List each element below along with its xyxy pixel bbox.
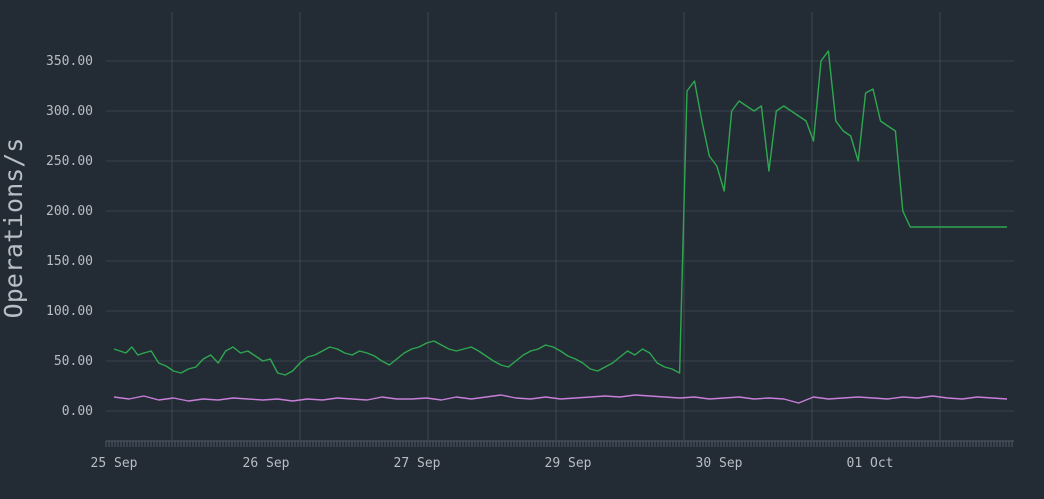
x-minor-ticks	[105, 440, 1014, 447]
series-line-2	[113, 394, 1008, 404]
y-tick-label: 50.00	[54, 354, 93, 369]
x-tick-label: 30 Sep	[696, 456, 743, 471]
y-tick-label: 0.00	[62, 404, 93, 419]
line-chart: 0.00 50.00 100.00 150.00 200.00 250.00 300.00 3…	[0, 12, 1014, 471]
y-tick-label: 300.00	[46, 104, 93, 119]
x-tick-label: 29 Sep	[545, 456, 592, 471]
y-tick-label: 250.00	[46, 154, 93, 169]
series-layer	[113, 50, 1008, 404]
chart-container: 0.00 50.00 100.00 150.00 200.00 250.00 300.00 3…	[0, 0, 1044, 499]
y-tick-label: 350.00	[46, 54, 93, 69]
y-tick-labels: 0.00 50.00 100.00 150.00 200.00 250.00 300.00 3…	[46, 54, 93, 419]
x-tick-label: 25 Sep	[91, 456, 138, 471]
grid-layer	[106, 12, 1014, 440]
y-tick-label: 150.00	[46, 254, 93, 269]
series-line-1	[113, 50, 1007, 376]
x-tick-labels: 25 Sep 26 Sep 27 Sep 29 Sep 30 Sep 01 Oct	[91, 456, 894, 471]
y-axis-title: Operations/s	[0, 138, 28, 319]
x-tick-label: 01 Oct	[847, 456, 894, 471]
y-tick-label: 100.00	[46, 304, 93, 319]
y-tick-label: 200.00	[46, 204, 93, 219]
x-tick-label: 27 Sep	[394, 456, 441, 471]
x-tick-label: 26 Sep	[243, 456, 290, 471]
